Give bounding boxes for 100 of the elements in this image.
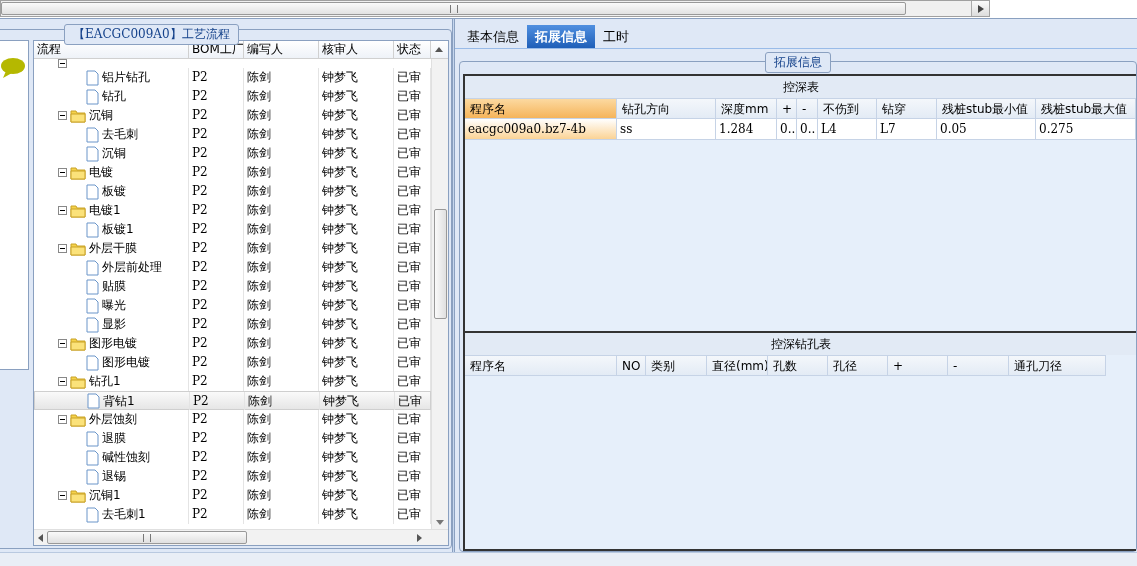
column-header[interactable]: - [948, 355, 1009, 376]
column-header[interactable]: 残桩stub最小值 [937, 98, 1036, 119]
tree-item[interactable]: 去毛刺 [102, 126, 138, 143]
column-header[interactable]: 直径(mm) [707, 355, 768, 376]
table-cell: P2 [189, 296, 244, 315]
table-cell: 陈剑 [244, 182, 319, 201]
horizontal-scrollbar[interactable] [0, 0, 990, 17]
table-cell: 钟梦飞 [319, 429, 394, 448]
table-cell: P2 [189, 277, 244, 296]
file-icon [86, 69, 99, 86]
tab[interactable]: 工时 [595, 25, 637, 48]
tree-item[interactable]: 外层蚀刻 [89, 411, 137, 428]
table-cell: 钟梦飞 [319, 258, 394, 277]
table-cell: 陈剑 [244, 486, 319, 505]
scrollbar-thumb[interactable] [433, 209, 447, 319]
column-header[interactable]: - [797, 98, 818, 119]
table-cell: 钟梦飞 [319, 353, 394, 372]
collapse-icon[interactable] [58, 491, 67, 500]
column-header[interactable]: 深度mm [716, 98, 777, 119]
table-cell: 钟梦飞 [319, 106, 394, 125]
table-cell: 钟梦飞 [319, 296, 394, 315]
collapse-icon[interactable] [58, 415, 67, 424]
scrollbar-thumb[interactable] [47, 531, 247, 544]
table-cell: P2 [189, 239, 244, 258]
column-header[interactable]: 残桩stub最大值 [1036, 98, 1136, 119]
tab[interactable]: 基本信息 [459, 25, 527, 48]
tree-item[interactable]: 去毛刺1 [102, 506, 146, 523]
table-cell: 钟梦飞 [319, 334, 394, 353]
table-cell: P2 [189, 68, 244, 87]
tree-item[interactable]: 外层干膜 [89, 240, 137, 257]
tree-item[interactable]: 外层前处理 [102, 259, 162, 276]
tab[interactable]: 拓展信息 [527, 25, 595, 48]
table-cell: 陈剑 [244, 429, 319, 448]
column-header[interactable]: 核审人 [319, 41, 394, 58]
tree-item[interactable]: 板镀 [102, 183, 126, 200]
tree-item[interactable]: 沉铜 [89, 107, 113, 124]
table-cell: P2 [189, 163, 244, 182]
file-icon [87, 393, 100, 409]
collapse-icon[interactable] [58, 168, 67, 177]
column-header[interactable]: 孔径 [828, 355, 888, 376]
tree-item[interactable]: 显影 [102, 316, 126, 333]
tree-item[interactable]: 贴膜 [102, 278, 126, 295]
tree-item[interactable]: 板镀1 [102, 221, 134, 238]
scroll-right-icon[interactable] [417, 533, 422, 542]
table-cell: 陈剑 [244, 258, 319, 277]
column-header[interactable]: 程序名 [465, 98, 617, 119]
collapse-icon[interactable] [58, 339, 67, 348]
column-header[interactable]: 状态 [394, 41, 431, 58]
column-header[interactable]: 钻穿 [877, 98, 937, 119]
table-cell: P2 [189, 429, 244, 448]
tree-item[interactable]: 背钻1 [103, 392, 135, 410]
tree-item[interactable]: 退锡 [102, 468, 126, 485]
tree-item[interactable]: 钻孔1 [89, 373, 121, 390]
column-header[interactable]: 钻孔方向 [617, 98, 716, 119]
right-arrow-icon[interactable] [977, 4, 984, 13]
column-header[interactable]: + [777, 98, 797, 119]
tree-item[interactable]: 图形电镀 [89, 335, 137, 352]
column-header[interactable]: NO [617, 355, 646, 376]
column-header[interactable]: 不伤到 [818, 98, 877, 119]
folder-icon [70, 108, 86, 123]
scroll-down-icon[interactable] [436, 520, 444, 525]
table-cell: 钟梦飞 [320, 392, 395, 410]
scroll-left-icon[interactable] [38, 533, 43, 542]
folder-icon [70, 412, 86, 427]
tree-item[interactable]: 曝光 [102, 297, 126, 314]
tree-item[interactable]: 电镀1 [89, 202, 121, 219]
column-header[interactable]: 类别 [646, 355, 707, 376]
column-header[interactable]: 孔数 [768, 355, 828, 376]
table-cell: 钟梦飞 [319, 201, 394, 220]
tree-item[interactable]: 图形电镀 [102, 354, 150, 371]
tree-item[interactable]: 钻孔 [102, 88, 126, 105]
table-cell: 陈剑 [244, 296, 319, 315]
table-cell: 0.05 [937, 119, 1036, 140]
collapse-icon[interactable] [58, 206, 67, 215]
tree-item[interactable]: 退膜 [102, 430, 126, 447]
tree-item[interactable]: 沉铜1 [89, 487, 121, 504]
table-cell: 陈剑 [244, 277, 319, 296]
table-cell: 陈剑 [244, 505, 319, 524]
collapse-icon[interactable] [58, 111, 67, 120]
folder-icon [70, 165, 86, 180]
tree-item[interactable]: 铝片钻孔 [102, 69, 150, 86]
tree-item[interactable]: 碱性蚀刻 [102, 449, 150, 466]
table-cell: 陈剑 [244, 353, 319, 372]
table-cell: 陈剑 [245, 392, 320, 410]
tree-item[interactable]: 电镀 [89, 164, 113, 181]
column-header[interactable]: 通孔刀径 [1009, 355, 1106, 376]
scroll-up-icon[interactable] [435, 47, 443, 52]
collapse-icon[interactable] [58, 59, 67, 68]
collapse-icon[interactable] [58, 377, 67, 386]
column-header[interactable]: 程序名 [465, 355, 617, 376]
collapse-icon[interactable] [58, 244, 67, 253]
folder-icon [70, 336, 86, 351]
column-header[interactable]: 编写人 [244, 41, 319, 58]
tree-item[interactable]: 沉铜 [102, 145, 126, 162]
file-icon [86, 88, 99, 105]
file-icon [86, 221, 99, 238]
table-title: 控深钻孔表 [465, 333, 1136, 355]
column-header[interactable]: + [888, 355, 948, 376]
file-icon [86, 259, 99, 276]
table-cell: L7 [877, 119, 937, 140]
